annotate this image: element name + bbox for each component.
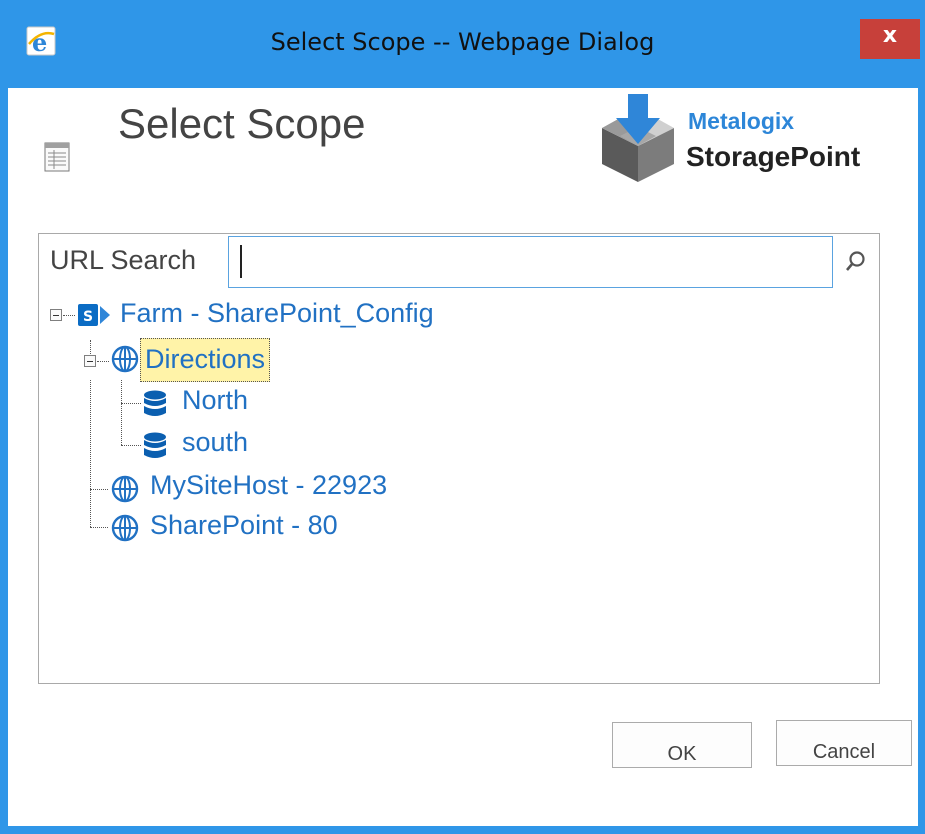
tree-item-south[interactable]: south xyxy=(182,427,248,467)
tree-item-mysitehost[interactable]: MySiteHost - 22923 xyxy=(150,470,387,510)
sharepoint-icon: S xyxy=(76,300,114,334)
tree-connector xyxy=(90,527,108,528)
svg-text:S: S xyxy=(83,309,93,325)
tree-item-north[interactable]: North xyxy=(182,385,248,425)
tree-connector xyxy=(121,445,141,446)
tree-item-farm[interactable]: Farm - SharePoint_Config xyxy=(120,298,434,338)
product-name: StoragePoint xyxy=(686,141,861,172)
url-search-input[interactable] xyxy=(228,236,833,288)
title-bar[interactable]: e Select Scope -- Webpage Dialog x xyxy=(0,0,925,88)
tree-connector xyxy=(63,315,75,316)
farm-collapse-toggle[interactable] xyxy=(50,309,62,321)
globe-icon xyxy=(110,344,140,378)
globe-icon xyxy=(110,513,140,547)
brand-name: Metalogix xyxy=(688,108,795,134)
list-icon xyxy=(44,142,70,172)
tree-connector xyxy=(90,489,108,490)
tree-item-directions[interactable]: Directions xyxy=(140,338,271,382)
directions-collapse-toggle[interactable] xyxy=(84,355,96,367)
globe-icon xyxy=(110,474,140,508)
tree-connector xyxy=(121,403,141,404)
search-label: URL Search xyxy=(50,245,197,275)
cancel-button[interactable]: Cancel xyxy=(776,720,912,766)
close-button[interactable]: x xyxy=(860,19,920,59)
database-icon xyxy=(142,431,168,465)
page-title: Select Scope xyxy=(118,100,366,147)
tree-connector xyxy=(90,380,91,527)
tree-connector xyxy=(90,340,91,356)
tree-item-sharepoint-80[interactable]: SharePoint - 80 xyxy=(150,510,338,550)
ok-button[interactable]: OK xyxy=(612,722,752,768)
window-title: Select Scope -- Webpage Dialog xyxy=(270,28,655,56)
tree-connector xyxy=(97,361,109,362)
storagepoint-box-icon xyxy=(596,92,680,184)
search-icon[interactable] xyxy=(842,248,870,276)
text-caret xyxy=(240,245,242,278)
tree-connector xyxy=(121,380,122,445)
database-icon xyxy=(142,389,168,423)
